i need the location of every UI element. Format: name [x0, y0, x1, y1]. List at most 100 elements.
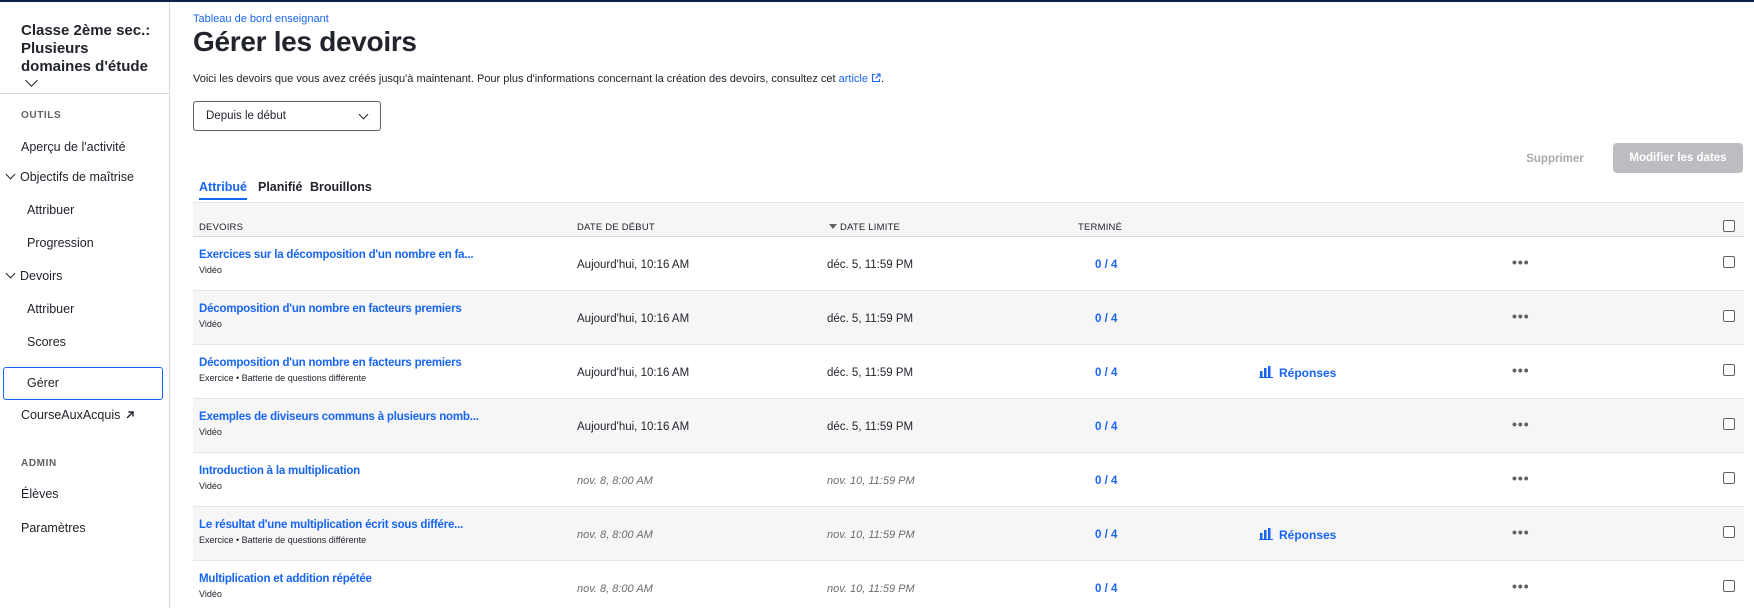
breadcrumb[interactable]: Tableau de bord enseignant — [193, 13, 329, 25]
assignment-title-link[interactable]: Décomposition d'un nombre en facteurs pr… — [199, 303, 462, 315]
column-header-label: DATE LIMITE — [840, 222, 901, 233]
assignment-type: Vidéo — [199, 589, 222, 599]
responses-label: Réponses — [1279, 528, 1337, 542]
more-options-icon[interactable]: ••• — [1512, 362, 1530, 378]
table-row: Décomposition d'un nombre en facteurs pr… — [193, 345, 1744, 399]
responses-link[interactable]: Réponses — [1259, 365, 1336, 380]
sidebar-group-assignments[interactable]: Devoirs — [5, 268, 62, 284]
more-options-icon[interactable]: ••• — [1512, 578, 1530, 594]
start-date: Aujourd'hui, 10:16 AM — [577, 367, 690, 379]
edit-dates-button[interactable]: Modifier les dates — [1613, 143, 1743, 173]
completion-count[interactable]: 0 / 4 — [1095, 259, 1117, 271]
due-date: déc. 5, 11:59 PM — [827, 421, 914, 433]
external-link-icon — [871, 73, 881, 83]
due-date: nov. 10, 11:59 PM — [827, 583, 915, 595]
start-date: nov. 8, 8:00 AM — [577, 475, 653, 487]
sidebar-item-assignments-assign[interactable]: Attribuer — [27, 301, 74, 317]
sidebar-item-activity[interactable]: Aperçu de l'activité — [21, 139, 126, 155]
table-row: Introduction à la multiplication Vidéo n… — [193, 453, 1744, 507]
table-row: Exercices sur la décomposition d'un nomb… — [193, 237, 1744, 291]
sidebar-item-scores[interactable]: Scores — [27, 334, 66, 350]
page-title: Gérer les devoirs — [193, 26, 417, 57]
sidebar-group-mastery[interactable]: Objectifs de maîtrise — [5, 169, 134, 185]
sidebar: Classe 2ème sec.: Plusieurs domaines d'é… — [0, 2, 170, 608]
sidebar-group-label: Objectifs de maîtrise — [20, 170, 134, 184]
table-row: Exemples de diviseurs communs à plusieur… — [193, 399, 1744, 453]
responses-label: Réponses — [1279, 366, 1337, 380]
assignment-title-link[interactable]: Introduction à la multiplication — [199, 465, 360, 477]
more-options-icon[interactable]: ••• — [1512, 416, 1530, 432]
row-checkbox[interactable] — [1723, 580, 1735, 592]
completion-count[interactable]: 0 / 4 — [1095, 313, 1117, 325]
assignment-title-link[interactable]: Exemples de diviseurs communs à plusieur… — [199, 411, 479, 423]
sidebar-item-settings[interactable]: Paramètres — [21, 520, 86, 536]
top-border — [0, 0, 1754, 2]
bar-chart-icon — [1259, 366, 1273, 378]
sidebar-item-manage[interactable]: Gérer — [27, 375, 59, 391]
assignment-title-link[interactable]: Le résultat d'une multiplication écrit s… — [199, 519, 463, 531]
due-date: déc. 5, 11:59 PM — [827, 367, 914, 379]
assignment-title-link[interactable]: Décomposition d'un nombre en facteurs pr… — [199, 357, 462, 369]
bar-chart-icon — [1259, 528, 1273, 540]
completion-count[interactable]: 0 / 4 — [1095, 529, 1117, 541]
tab-scheduled[interactable]: Planifié — [258, 180, 302, 194]
delete-button[interactable]: Supprimer — [1515, 145, 1595, 173]
tab-drafts[interactable]: Brouillons — [310, 180, 372, 194]
more-options-icon[interactable]: ••• — [1512, 524, 1530, 540]
sidebar-item-students[interactable]: Élèves — [21, 486, 59, 502]
start-date: Aujourd'hui, 10:16 AM — [577, 259, 690, 271]
active-tab-indicator — [199, 198, 247, 200]
sidebar-item-mastery-assign[interactable]: Attribuer — [27, 202, 74, 218]
chevron-down-icon — [5, 169, 16, 180]
start-date: Aujourd'hui, 10:16 AM — [577, 421, 690, 433]
column-header-start-date[interactable]: DATE DE DÉBUT — [577, 222, 655, 233]
completion-count[interactable]: 0 / 4 — [1095, 421, 1117, 433]
class-selector[interactable]: Classe 2ème sec.: Plusieurs domaines d'é… — [21, 22, 161, 94]
row-checkbox[interactable] — [1723, 526, 1735, 538]
completion-count[interactable]: 0 / 4 — [1095, 475, 1117, 487]
row-checkbox[interactable] — [1723, 310, 1735, 322]
table-row: Multiplication et addition répétée Vidéo… — [193, 561, 1744, 608]
more-options-icon[interactable]: ••• — [1512, 470, 1530, 486]
date-range-select[interactable]: Depuis le début — [193, 101, 381, 131]
article-link-label: article — [838, 73, 868, 85]
row-checkbox[interactable] — [1723, 256, 1735, 268]
article-link[interactable]: article — [839, 73, 881, 85]
tab-assigned[interactable]: Attribué — [199, 180, 247, 194]
row-checkbox[interactable] — [1723, 472, 1735, 484]
column-header-completed[interactable]: TERMINÉ — [1078, 222, 1122, 233]
assignment-type: Vidéo — [199, 481, 222, 491]
completion-count[interactable]: 0 / 4 — [1095, 367, 1117, 379]
select-all-checkbox[interactable] — [1723, 220, 1735, 232]
section-label-tools: OUTILS — [21, 110, 62, 121]
sidebar-divider — [0, 93, 169, 94]
sidebar-item-mastery-progress[interactable]: Progression — [27, 235, 94, 251]
assignment-type: Vidéo — [199, 427, 222, 437]
due-date: nov. 10, 11:59 PM — [827, 529, 915, 541]
assignment-type: Exercice • Batterie de questions différe… — [199, 373, 367, 383]
row-checkbox[interactable] — [1723, 364, 1735, 376]
chevron-down-icon — [5, 268, 16, 279]
table-row: Décomposition d'un nombre en facteurs pr… — [193, 291, 1744, 345]
start-date: Aujourd'hui, 10:16 AM — [577, 313, 690, 325]
due-date: déc. 5, 11:59 PM — [827, 313, 914, 325]
column-header-assignments[interactable]: DEVOIRS — [199, 222, 243, 233]
assignment-title-link[interactable]: Exercices sur la décomposition d'un nomb… — [199, 249, 474, 261]
external-arrow-icon — [126, 411, 135, 419]
date-range-value: Depuis le début — [206, 110, 286, 122]
table-row: Le résultat d'une multiplication écrit s… — [193, 507, 1744, 561]
chevron-down-icon — [25, 74, 38, 87]
table-header: DEVOIRS DATE DE DÉBUT DATE LIMITE TERMIN… — [193, 202, 1744, 237]
due-date: nov. 10, 11:59 PM — [827, 475, 915, 487]
more-options-icon[interactable]: ••• — [1512, 308, 1530, 324]
completion-count[interactable]: 0 / 4 — [1095, 583, 1117, 595]
more-options-icon[interactable]: ••• — [1512, 254, 1530, 270]
class-title: Classe 2ème sec.: Plusieurs domaines d'é… — [21, 22, 151, 75]
responses-link[interactable]: Réponses — [1259, 527, 1336, 542]
assignment-title-link[interactable]: Multiplication et addition répétée — [199, 573, 372, 585]
sidebar-item-course-challenge[interactable]: CourseAuxAcquis — [21, 407, 135, 423]
chevron-down-icon — [358, 109, 369, 120]
sort-descending-icon — [829, 224, 837, 229]
column-header-due-date[interactable]: DATE LIMITE — [829, 222, 900, 233]
row-checkbox[interactable] — [1723, 418, 1735, 430]
